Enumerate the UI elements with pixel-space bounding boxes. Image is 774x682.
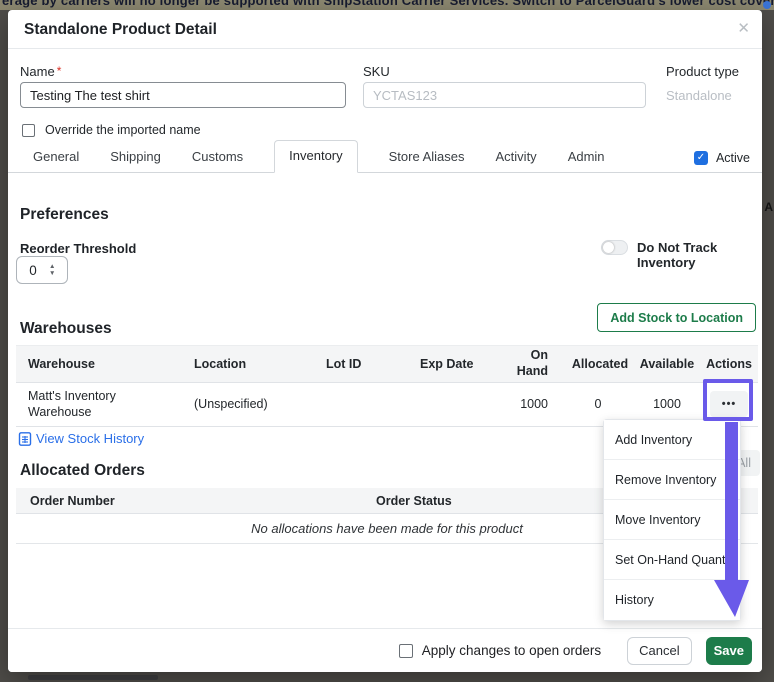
- active-checkbox-label: Active: [715, 151, 750, 165]
- sku-field[interactable]: [363, 82, 646, 108]
- cell-on-hand: 1000: [520, 397, 548, 412]
- active-checkbox[interactable]: ✓: [693, 151, 708, 165]
- col-available: Available: [639, 357, 695, 371]
- menu-item-set-on-hand-quantity[interactable]: Set On-Hand Quantity: [604, 540, 740, 580]
- col-on-hand: On Hand: [516, 348, 548, 378]
- product-type-value: Standalone: [666, 88, 732, 103]
- menu-item-history[interactable]: History: [604, 580, 740, 620]
- col-actions: Actions: [706, 357, 752, 371]
- tab-bar: General Shipping Customs Inventory Store…: [8, 140, 762, 173]
- col-exp-date: Exp Date: [420, 357, 474, 371]
- product-type-label: Product type: [666, 64, 739, 79]
- add-stock-to-location-button[interactable]: Add Stock to Location: [597, 303, 756, 332]
- modal-footer: Apply changes to open orders Cancel Save: [8, 628, 762, 672]
- override-name-checkbox[interactable]: [22, 123, 35, 137]
- toggle-knob: [603, 242, 614, 253]
- modal-header: Standalone Product Detail ✕: [8, 10, 762, 49]
- menu-item-move-inventory[interactable]: Move Inventory: [604, 500, 740, 540]
- preferences-heading: Preferences: [20, 206, 109, 223]
- col-lot-id: Lot ID: [326, 357, 362, 371]
- save-button[interactable]: Save: [705, 636, 752, 665]
- product-detail-modal: Standalone Product Detail ✕ Name* SKU Pr…: [8, 10, 762, 672]
- tab-customs[interactable]: Customs: [192, 149, 243, 173]
- tab-shipping[interactable]: Shipping: [110, 149, 161, 173]
- row-actions-menu-button[interactable]: •••: [710, 391, 748, 418]
- view-stock-history-link[interactable]: View Stock History: [18, 431, 144, 446]
- menu-item-add-inventory[interactable]: Add Inventory: [604, 420, 740, 460]
- required-asterisk: *: [56, 64, 62, 78]
- reorder-threshold-label: Reorder Threshold: [20, 241, 137, 256]
- do-not-track-label: Do Not Track Inventory: [637, 240, 718, 270]
- sku-label: SKU: [363, 64, 390, 79]
- page-behind-bottom-fragment: [28, 675, 158, 680]
- col-order-status: Order Status: [376, 493, 452, 508]
- name-field[interactable]: [20, 82, 346, 108]
- reorder-threshold-stepper: ▲ ▼: [16, 256, 68, 284]
- screen: erage by carriers will no longer be supp…: [0, 0, 774, 682]
- cell-location: (Unspecified): [194, 397, 268, 412]
- view-stock-history-label: View Stock History: [36, 431, 145, 446]
- page-top-banner: erage by carriers will no longer be supp…: [0, 0, 774, 10]
- stepper-up-icon[interactable]: ▲: [49, 263, 55, 270]
- name-label: Name *: [20, 64, 61, 79]
- warehouses-heading: Warehouses: [20, 320, 112, 337]
- cell-available: 1000: [653, 397, 681, 412]
- close-icon[interactable]: ✕: [737, 19, 750, 37]
- cell-allocated: 0: [594, 397, 602, 412]
- override-name-label: Override the imported name: [45, 123, 201, 137]
- tab-general[interactable]: General: [33, 149, 79, 173]
- cancel-button[interactable]: Cancel: [627, 636, 692, 665]
- warehouse-table-header: Warehouse Location Lot ID Exp Date On Ha…: [16, 345, 758, 383]
- col-order-number: Order Number: [30, 493, 115, 508]
- override-name-checkbox-row: Override the imported name: [22, 123, 201, 137]
- name-label-text: Name: [20, 64, 55, 79]
- allocated-orders-heading: Allocated Orders: [20, 462, 145, 479]
- tab-inventory[interactable]: Inventory: [274, 140, 358, 173]
- warehouse-table: Warehouse Location Lot ID Exp Date On Ha…: [16, 345, 758, 427]
- reorder-threshold-input[interactable]: [17, 262, 49, 278]
- col-location: Location: [194, 357, 247, 371]
- tab-store-aliases[interactable]: Store Aliases: [389, 149, 465, 173]
- apply-changes-label: Apply changes to open orders: [421, 643, 602, 658]
- menu-item-remove-inventory[interactable]: Remove Inventory: [604, 460, 740, 500]
- tab-activity[interactable]: Activity: [496, 149, 537, 173]
- actions-context-menu: Add Inventory Remove Inventory Move Inve…: [603, 419, 741, 621]
- tab-admin[interactable]: Admin: [568, 149, 605, 173]
- cell-warehouse: Matt's Inventory Warehouse: [28, 389, 116, 420]
- page-behind-text-fragment: A: [764, 200, 773, 214]
- apply-changes-checkbox[interactable]: [398, 643, 413, 658]
- banner-info-icon: [763, 1, 771, 9]
- banner-text: erage by carriers will no longer be supp…: [2, 0, 774, 8]
- stepper-down-icon[interactable]: ▼: [49, 270, 55, 277]
- col-warehouse: Warehouse: [28, 357, 95, 371]
- col-allocated: Allocated: [571, 357, 629, 371]
- stock-history-document-icon: [18, 431, 32, 446]
- do-not-track-toggle[interactable]: [601, 240, 628, 255]
- modal-title: Standalone Product Detail: [24, 21, 217, 38]
